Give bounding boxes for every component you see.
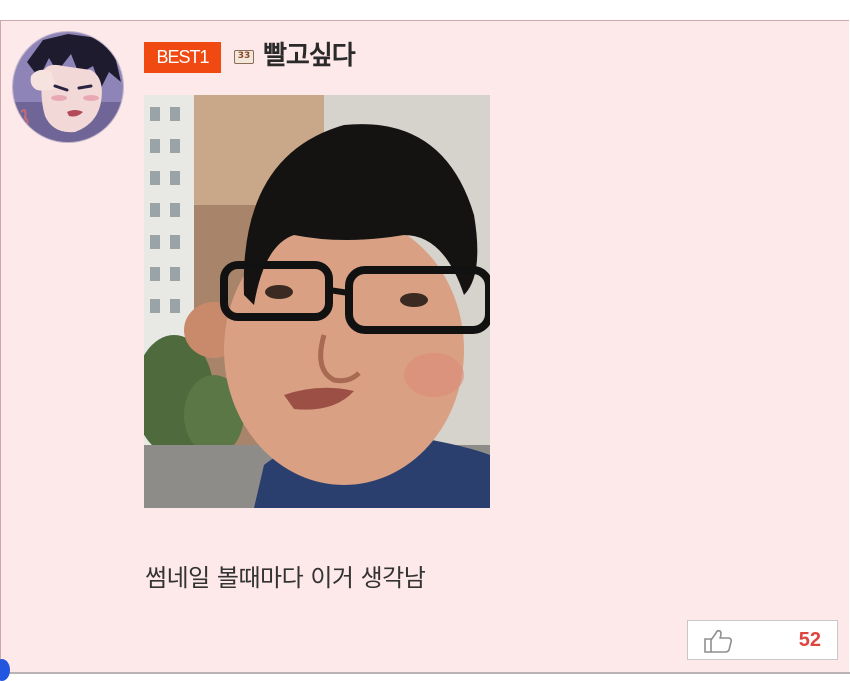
attached-photo[interactable] <box>144 95 490 508</box>
thumbs-up-icon <box>704 629 733 653</box>
top-strip <box>0 0 850 20</box>
like-count: 52 <box>798 629 821 651</box>
level-badge-icon: 33 <box>234 50 254 64</box>
like-button[interactable]: 52 <box>687 620 838 660</box>
avatar[interactable] <box>12 31 124 143</box>
best-badge: BEST1 <box>144 42 221 73</box>
comment-text: 썸네일 볼때마다 이거 생각남 <box>145 564 426 592</box>
username[interactable]: 빨고싶다 <box>263 38 356 74</box>
